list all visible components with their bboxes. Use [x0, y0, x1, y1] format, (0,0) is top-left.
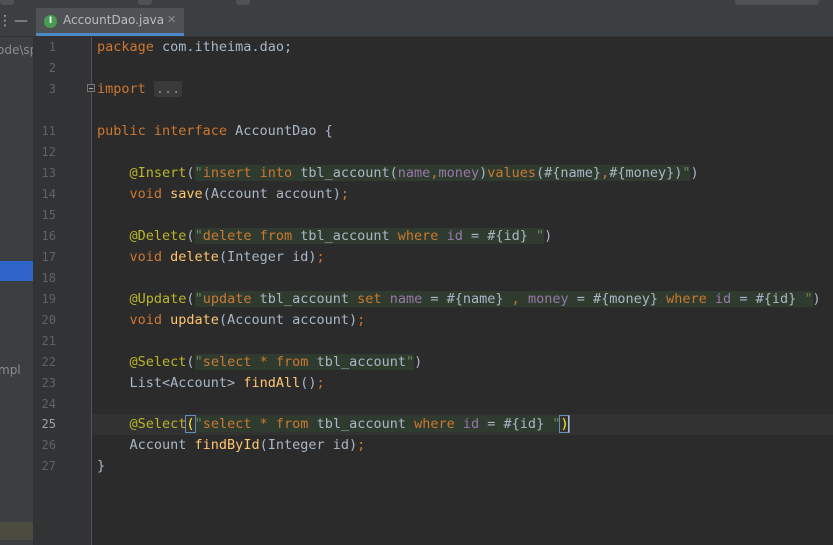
- line-number: 18: [41, 271, 56, 285]
- line-number: 11: [41, 124, 56, 138]
- toolbar-fragment: [0, 0, 14, 5]
- code-line[interactable]: 23 List<Account> findAll();: [34, 373, 833, 394]
- code-line[interactable]: 15: [34, 205, 833, 226]
- line-number: 16: [41, 229, 56, 243]
- code-text[interactable]: @Delete("delete from tbl_account where i…: [97, 226, 552, 247]
- code-line[interactable]: 14 void save(Account account);: [34, 184, 833, 205]
- code-line[interactable]: 2: [34, 58, 833, 79]
- interface-file-icon: I: [44, 15, 57, 28]
- close-icon[interactable]: ✕: [167, 13, 176, 26]
- line-number: 27: [41, 459, 56, 473]
- line-number: 19: [41, 292, 56, 306]
- toolbar-fragment: [138, 0, 152, 5]
- hide-panel-icon[interactable]: —: [14, 10, 28, 32]
- code-text[interactable]: Account findById(Integer id);: [97, 435, 366, 456]
- code-text[interactable]: public interface AccountDao {: [97, 121, 333, 142]
- project-tree-row[interactable]: [0, 522, 33, 540]
- code-line[interactable]: 19 @Update("update tbl_account set name …: [34, 289, 833, 310]
- line-number: 17: [41, 250, 56, 264]
- code-line[interactable]: 24: [34, 394, 833, 415]
- line-number: 25: [41, 417, 56, 431]
- line-number: 14: [41, 187, 56, 201]
- code-text[interactable]: List<Account> findAll();: [97, 373, 325, 394]
- line-number: 15: [41, 208, 56, 222]
- text-caret: [567, 416, 570, 432]
- line-number: 12: [41, 145, 56, 159]
- code-line[interactable]: 11 public interface AccountDao {: [34, 121, 833, 142]
- code-text[interactable]: }: [97, 456, 105, 477]
- code-line[interactable]: 26 Account findById(Integer id);: [34, 435, 833, 456]
- project-panel: ode\sp mpl: [0, 37, 34, 545]
- tab-label: AccountDao.java: [63, 13, 165, 27]
- tab-accountdao-java[interactable]: I AccountDao.java ✕: [36, 8, 184, 36]
- code-text[interactable]: void delete(Integer id);: [97, 247, 325, 268]
- line-number: 3: [48, 82, 56, 96]
- line-number: 21: [41, 334, 56, 348]
- run-config-dropdown[interactable]: [735, 0, 819, 5]
- line-number: 13: [41, 166, 56, 180]
- folded-imports[interactable]: ...: [153, 81, 183, 97]
- line-number: 23: [41, 376, 56, 390]
- code-text[interactable]: void update(Account account);: [97, 310, 366, 331]
- code-line[interactable]: 27 }: [34, 456, 833, 477]
- matched-brace: (: [185, 415, 196, 433]
- project-item-fragment[interactable]: mpl: [0, 363, 21, 377]
- code-line[interactable]: 20 void update(Account account);: [34, 310, 833, 331]
- code-text[interactable]: package com.itheima.dao;: [97, 37, 292, 58]
- toolbar-fragment: [236, 0, 250, 5]
- editor-tab-bar: ⋮ — I AccountDao.java ✕: [0, 8, 833, 37]
- code-line[interactable]: 17 void delete(Integer id);: [34, 247, 833, 268]
- code-line[interactable]: 18: [34, 268, 833, 289]
- code-line[interactable]: 16 @Delete("delete from tbl_account wher…: [34, 226, 833, 247]
- code-line[interactable]: 22 @Select("select * from tbl_account"): [34, 352, 833, 373]
- project-tree-selected-row[interactable]: [0, 261, 33, 281]
- code-line-current[interactable]: 25 @Select("select * from tbl_account wh…: [34, 414, 833, 435]
- code-text[interactable]: @Update("update tbl_account set name = #…: [97, 289, 821, 310]
- line-number: 20: [41, 313, 56, 327]
- code-text[interactable]: import ...: [97, 79, 183, 100]
- code-line[interactable]: 3 import ...: [34, 79, 833, 100]
- code-line[interactable]: 12: [34, 142, 833, 163]
- line-number: 2: [48, 61, 56, 75]
- code-line[interactable]: 21: [34, 331, 833, 352]
- code-line[interactable]: 1 package com.itheima.dao;: [34, 37, 833, 58]
- project-path-fragment[interactable]: ode\sp: [0, 43, 33, 57]
- line-number: 24: [41, 397, 56, 411]
- title-bar-strip: [0, 0, 833, 8]
- line-number: 1: [48, 40, 56, 54]
- code-line[interactable]: 13 @Insert("insert into tbl_account(name…: [34, 163, 833, 184]
- code-text[interactable]: @Insert("insert into tbl_account(name,mo…: [97, 163, 699, 184]
- line-number: 22: [41, 355, 56, 369]
- settings-icon[interactable]: ⋮: [0, 10, 12, 32]
- code-text[interactable]: @Select("select * from tbl_account"): [97, 352, 422, 373]
- code-text[interactable]: @Select("select * from tbl_account where…: [97, 414, 570, 435]
- line-number: 26: [41, 438, 56, 452]
- code-text[interactable]: void save(Account account);: [97, 184, 349, 205]
